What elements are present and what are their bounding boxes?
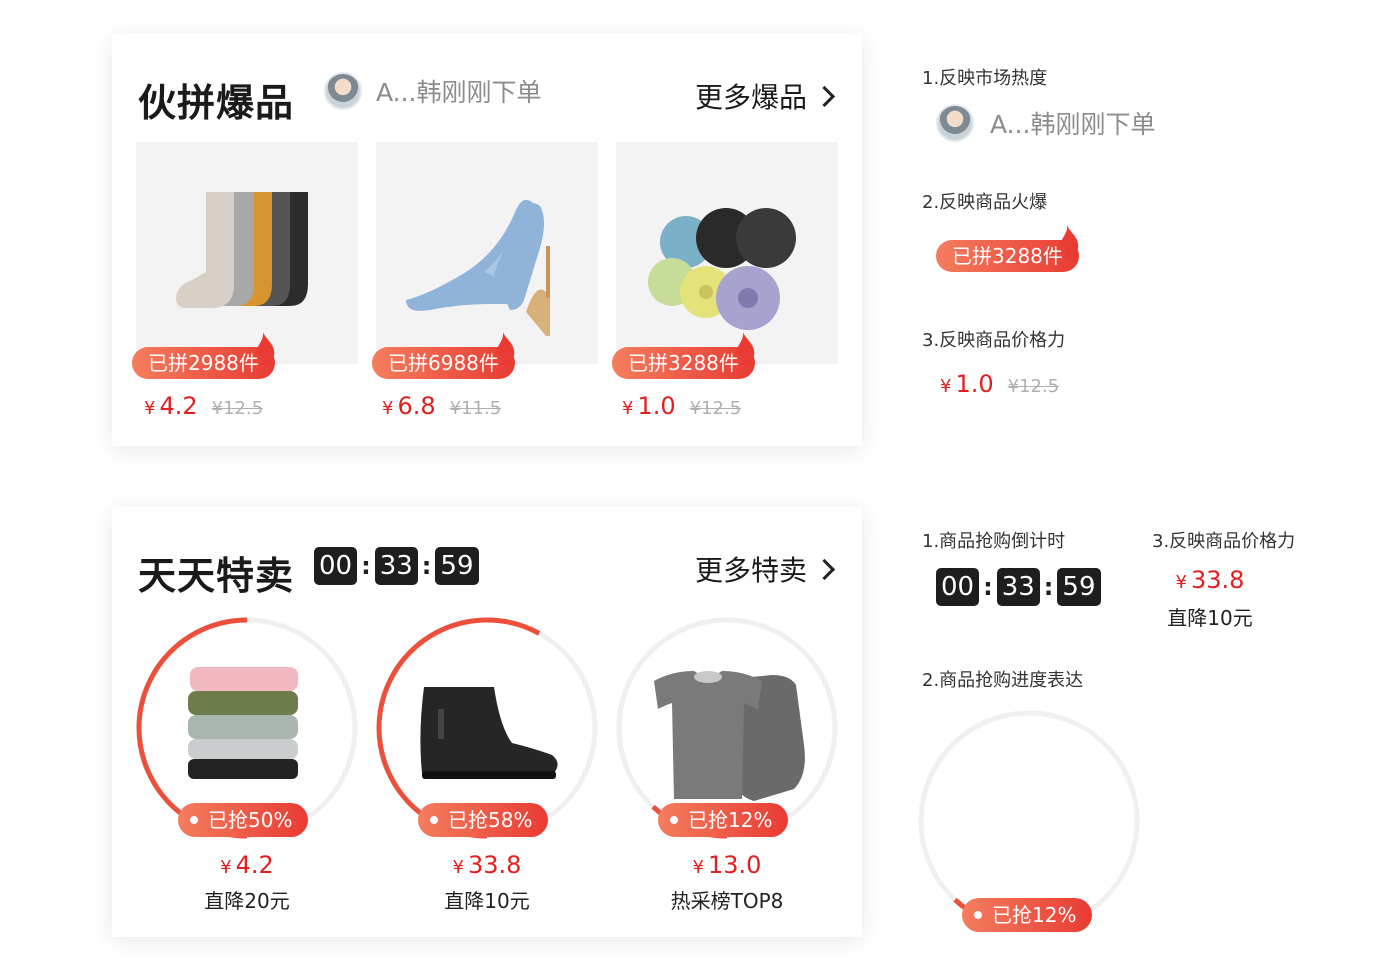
product-tile-heels[interactable] <box>376 142 598 364</box>
more-hot-items-link[interactable]: 更多爆品 <box>694 76 836 116</box>
deal-item-boots[interactable]: 已抢58% ¥33.8 直降10元 <box>374 615 600 915</box>
flame-icon <box>1060 225 1079 259</box>
price-row: ¥4.2 ¥12.5 <box>144 392 263 420</box>
garbage-bags-image <box>648 208 796 330</box>
original-price: ¥11.5 <box>449 398 502 419</box>
annotation-label-progress: 2.商品抢购进度表达 <box>922 670 1084 691</box>
annotation-label-countdown: 1.商品抢购倒计时 <box>922 531 1066 552</box>
annotation-label-hot-item: 2.反映商品火爆 <box>922 192 1048 213</box>
current-price: ¥4.2 <box>144 392 198 420</box>
deal-price: ¥13.0 <box>692 851 762 879</box>
deal-item-towels[interactable]: 已抢50% ¥4.2 直降20元 <box>134 615 360 915</box>
more-deals-link[interactable]: 更多特卖 <box>694 549 836 589</box>
timer-hours: 00 <box>314 547 358 585</box>
flame-icon <box>496 332 515 366</box>
timer-hours: 00 <box>936 568 980 606</box>
chevron-right-icon <box>813 558 836 580</box>
thermal-wear-image <box>654 671 805 801</box>
deal-price: ¥33.8 <box>452 851 522 879</box>
annotation-original-price: ¥12.5 <box>1007 376 1060 397</box>
grab-progress-badge: 已抢50% <box>178 803 309 837</box>
socks-image <box>176 192 308 308</box>
annotation-deal-note: 直降10元 <box>1167 606 1253 630</box>
annotation-buyer-text: A...韩刚刚下单 <box>990 110 1156 139</box>
current-price: ¥6.8 <box>382 392 436 420</box>
more-deals-label: 更多特卖 <box>694 554 807 587</box>
deal-note: 直降20元 <box>204 889 290 913</box>
daily-deals-title: 天天特卖 <box>138 554 295 598</box>
recent-buyer-ticker: A...韩刚刚下单 <box>324 72 542 110</box>
product-tile-socks[interactable] <box>136 142 358 364</box>
annotation-label-price-power: 3.反映商品价格力 <box>922 330 1066 351</box>
annotation-buyer-ticker: A...韩刚刚下单 <box>936 104 1156 142</box>
countdown-timer: 00 : 33 : 59 <box>314 547 479 585</box>
more-hot-items-label: 更多爆品 <box>694 81 807 114</box>
annotation-label-price-power-2: 3.反映商品价格力 <box>1152 531 1296 552</box>
deal-price: ¥4.2 <box>220 851 274 879</box>
timer-seconds: 59 <box>435 547 479 585</box>
daily-deals-card: 天天特卖 00 : 33 : 59 更多特卖 已抢50% ¥4.2 直降20元 <box>112 507 862 937</box>
timer-minutes: 33 <box>996 568 1040 606</box>
annotation-countdown-timer: 00 : 33 : 59 <box>936 568 1101 606</box>
boots-image <box>420 687 558 779</box>
annotation-progress-ring: 已抢12% <box>916 708 1142 934</box>
original-price: ¥12.5 <box>211 398 264 419</box>
towels-image <box>188 667 298 779</box>
buyer-avatar <box>936 104 974 142</box>
chevron-right-icon <box>813 85 836 107</box>
timer-minutes: 33 <box>374 547 418 585</box>
original-price: ¥12.5 <box>689 398 742 419</box>
grab-progress-badge: 已抢58% <box>418 803 549 837</box>
price-row: ¥1.0 ¥12.5 <box>622 392 741 420</box>
group-buy-card: 伙拼爆品 A...韩刚刚下单 更多爆品 已拼2988件 ¥4.2 ¥12.5 已… <box>112 34 862 446</box>
grab-progress-badge: 已抢12% <box>658 803 789 837</box>
annotation-price-row: ¥1.0 ¥12.5 <box>940 370 1059 398</box>
deal-item-thermal-wear[interactable]: 已抢12% ¥13.0 热采榜TOP8 <box>614 615 840 915</box>
heels-image <box>406 199 550 336</box>
deal-note: 热采榜TOP8 <box>670 889 784 913</box>
timer-seconds: 59 <box>1057 568 1101 606</box>
current-price: ¥1.0 <box>622 392 676 420</box>
annotation-current-price: ¥1.0 <box>940 370 994 398</box>
price-row: ¥6.8 ¥11.5 <box>382 392 501 420</box>
flame-icon <box>256 332 275 366</box>
buyer-avatar <box>324 72 362 110</box>
annotation-grab-badge: 已抢12% <box>962 898 1093 932</box>
annotation-deal-price: ¥33.8 <box>1175 566 1245 594</box>
deal-note: 直降10元 <box>444 889 530 913</box>
group-buy-title: 伙拼爆品 <box>138 81 295 125</box>
recent-buyer-text: A...韩刚刚下单 <box>376 78 542 107</box>
annotation-label-market-heat: 1.反映市场热度 <box>922 68 1048 89</box>
product-tile-garbage-bags[interactable] <box>616 142 838 364</box>
flame-icon <box>736 332 755 366</box>
